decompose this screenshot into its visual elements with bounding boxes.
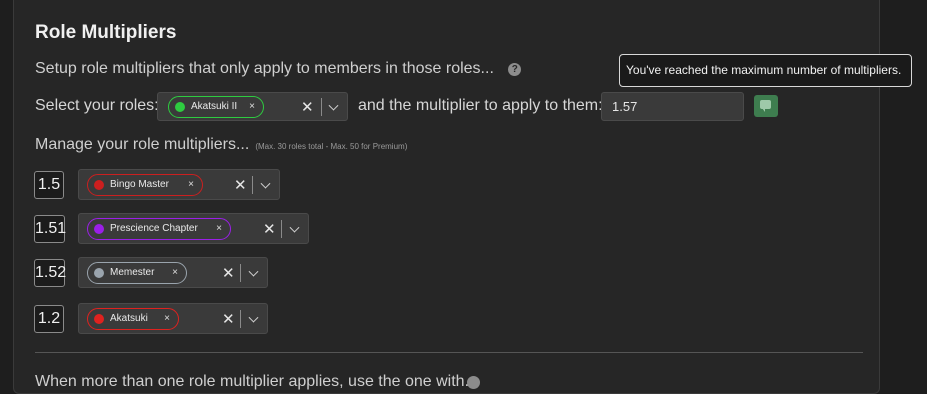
remove-role-icon[interactable]: × xyxy=(249,101,255,112)
select-separator xyxy=(281,219,282,238)
multiplier-value: 1.52 xyxy=(34,259,66,287)
manage-label: Manage your role multipliers... xyxy=(35,136,250,153)
help-icon[interactable] xyxy=(467,376,480,389)
multiplier-value: 1.51 xyxy=(34,215,66,243)
select-separator xyxy=(240,309,241,328)
multiplier-role-select[interactable]: Prescience Chapter × ✕ xyxy=(78,213,309,244)
multiplier-input[interactable]: 1.57 xyxy=(601,92,744,121)
select-separator xyxy=(321,97,322,116)
role-color-dot xyxy=(94,223,104,234)
role-color-dot xyxy=(94,267,104,278)
role-name: Prescience Chapter xyxy=(110,223,198,234)
select-separator xyxy=(252,175,253,194)
multiplier-label: and the multiplier to apply to them: xyxy=(358,97,603,114)
remove-role-icon[interactable]: × xyxy=(188,179,194,190)
multiplier-value: 1.2 xyxy=(34,305,64,333)
role-chip: Bingo Master × xyxy=(87,173,203,196)
section-divider xyxy=(35,352,863,353)
role-name: Bingo Master xyxy=(110,179,169,190)
add-multiplier-button[interactable] xyxy=(754,95,778,117)
chevron-down-icon[interactable] xyxy=(248,266,259,277)
manage-heading: Manage your role multipliers... (Max. 30 … xyxy=(35,136,407,154)
selected-role-chip: Akatsuki II × xyxy=(168,95,264,118)
selected-role-name: Akatsuki II xyxy=(191,101,238,112)
multiplier-role-select[interactable]: Bingo Master × ✕ xyxy=(78,169,280,200)
chevron-down-icon[interactable] xyxy=(260,178,271,189)
role-chip: Prescience Chapter × xyxy=(87,217,231,240)
clear-icon[interactable]: ✕ xyxy=(234,176,247,194)
role-color-dot xyxy=(94,179,104,190)
remove-role-icon[interactable]: × xyxy=(216,223,222,234)
description-text: Setup role multipliers that only apply t… xyxy=(35,60,494,77)
multiplier-role-select[interactable]: Akatsuki × ✕ xyxy=(78,303,268,334)
clear-icon[interactable]: ✕ xyxy=(263,220,276,238)
role-chip: Memester × xyxy=(87,261,187,284)
multiplier-value: 1.5 xyxy=(34,171,64,199)
role-select[interactable]: Akatsuki II × ✕ xyxy=(157,92,348,121)
select-roles-label: Select your roles: xyxy=(35,97,159,114)
section-title: Role Multipliers xyxy=(35,22,177,43)
help-icon[interactable]: ? xyxy=(508,63,522,76)
max-multipliers-tooltip: You've reached the maximum number of mul… xyxy=(619,54,912,87)
add-comment-icon xyxy=(760,100,771,112)
section-description: Setup role multipliers that only apply t… xyxy=(35,60,522,78)
role-color-dot xyxy=(175,101,185,112)
clear-icon[interactable]: ✕ xyxy=(301,98,314,116)
select-separator xyxy=(240,263,241,282)
chevron-down-icon[interactable] xyxy=(248,312,259,323)
role-color-dot xyxy=(94,313,104,324)
chevron-down-icon[interactable] xyxy=(328,100,339,111)
role-chip: Akatsuki × xyxy=(87,307,179,330)
chevron-down-icon[interactable] xyxy=(289,222,300,233)
footer-text: When more than one role multiplier appli… xyxy=(35,373,478,390)
multiplier-role-select[interactable]: Memester × ✕ xyxy=(78,257,268,288)
role-name: Memester xyxy=(110,267,155,278)
clear-icon[interactable]: ✕ xyxy=(222,310,235,328)
clear-icon[interactable]: ✕ xyxy=(222,264,235,282)
role-name: Akatsuki xyxy=(110,313,148,324)
remove-role-icon[interactable]: × xyxy=(164,313,170,324)
remove-role-icon[interactable]: × xyxy=(172,267,178,278)
manage-note: (Max. 30 roles total - Max. 50 for Premi… xyxy=(255,142,408,151)
